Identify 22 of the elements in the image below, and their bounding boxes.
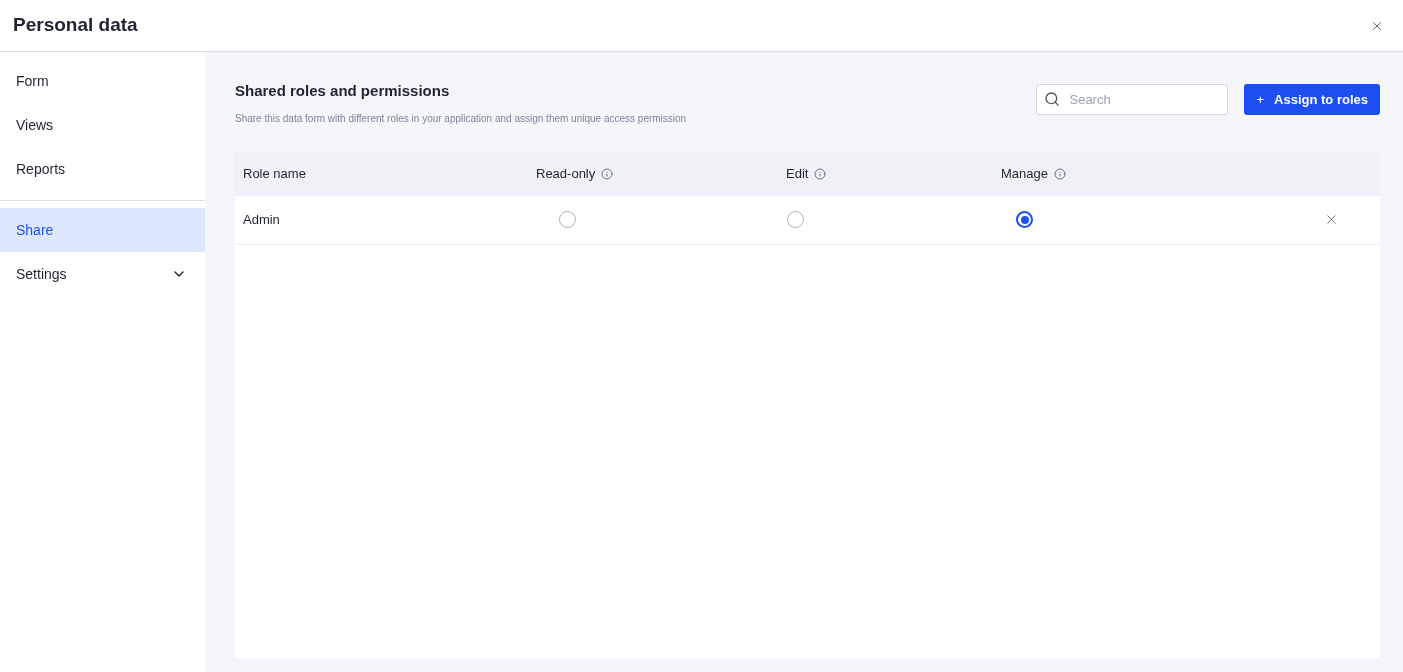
- section-title: Shared roles and permissions: [235, 81, 451, 101]
- window-title: Personal data: [13, 13, 138, 38]
- role-name: Admin: [243, 210, 281, 229]
- sidebar-item[interactable]: Views: [0, 103, 205, 147]
- radio-button[interactable]: [1016, 211, 1033, 228]
- remove-icon[interactable]: [1324, 212, 1339, 227]
- column-header: Role name: [243, 164, 306, 183]
- column-header: Edit: [786, 164, 809, 183]
- sidebar-item[interactable]: Form: [0, 59, 205, 103]
- assign-to-roles-button[interactable]: + Assign to roles: [1244, 84, 1380, 115]
- sidebar-item[interactable]: Reports: [0, 147, 205, 191]
- column-header: Manage: [1001, 164, 1048, 183]
- search-field[interactable]: Search: [1036, 84, 1229, 115]
- column-header: Read-only: [536, 164, 596, 183]
- plus-icon: +: [1256, 89, 1265, 110]
- info-icon: [1054, 167, 1066, 180]
- sidebar-item[interactable]: Share: [0, 208, 205, 252]
- section-description: Share this data form with different roles in your application and assign them unique access permission: [235, 111, 687, 126]
- info-icon: [814, 167, 827, 180]
- search-icon: [1044, 91, 1061, 107]
- info-icon: [601, 167, 614, 180]
- sidebar-item[interactable]: Settings: [0, 252, 205, 296]
